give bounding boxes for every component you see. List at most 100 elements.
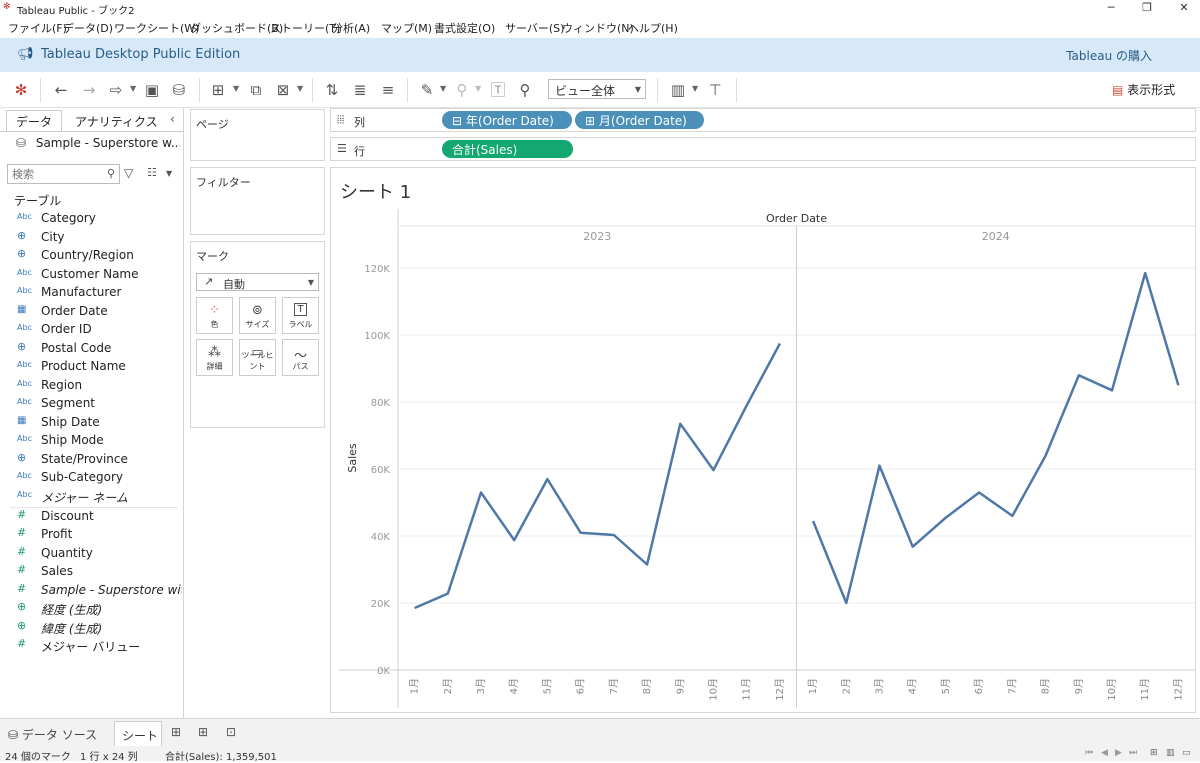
search-input[interactable] bbox=[8, 165, 98, 183]
swap-rows-columns-icon[interactable]: ⇅ bbox=[322, 80, 342, 100]
datasource-tab[interactable]: ⛁ データ ソース bbox=[8, 726, 97, 743]
close-button[interactable]: ✕ bbox=[1177, 1, 1191, 15]
field-item[interactable]: ⊕ Postal Code bbox=[0, 339, 182, 357]
mark-type-select[interactable]: ↗ 自動 ▼ bbox=[196, 273, 319, 291]
sheet-sorter-icon[interactable]: ⊞ bbox=[1150, 748, 1158, 758]
menu-file[interactable]: ファイル(F) bbox=[8, 20, 67, 36]
replay-dropdown-icon[interactable]: ▼ bbox=[130, 84, 136, 93]
pages-card[interactable]: ページ bbox=[190, 109, 325, 161]
data-point[interactable] bbox=[1077, 373, 1081, 377]
series-line-2024[interactable] bbox=[811, 271, 1180, 605]
highlight-icon[interactable]: ✎ bbox=[417, 80, 437, 100]
sort-ascending-icon[interactable]: ≣ bbox=[350, 80, 370, 100]
highlight-dropdown-icon[interactable]: ▼ bbox=[440, 84, 446, 93]
data-point[interactable] bbox=[745, 403, 749, 407]
data-point[interactable] bbox=[512, 538, 516, 542]
filmstrip-icon[interactable]: ▥ bbox=[1166, 748, 1175, 758]
data-point[interactable] bbox=[811, 519, 815, 523]
data-point[interactable] bbox=[878, 464, 882, 468]
data-point[interactable] bbox=[645, 563, 649, 567]
new-story-tab-icon[interactable]: ⊡ bbox=[226, 725, 236, 739]
tabs-icon[interactable]: ▭ bbox=[1182, 748, 1191, 758]
field-item[interactable]: Abc Region bbox=[0, 376, 182, 394]
filters-card[interactable]: フィルター bbox=[190, 167, 325, 235]
series-line-2023[interactable] bbox=[414, 342, 782, 610]
new-dashboard-tab-icon[interactable]: ⊞ bbox=[198, 725, 208, 739]
size-button[interactable]: ⊚ サイズ bbox=[239, 297, 276, 334]
new-worksheet-dropdown-icon[interactable]: ▼ bbox=[233, 84, 239, 93]
filter-icon[interactable]: ▽ bbox=[124, 166, 133, 180]
data-point[interactable] bbox=[612, 533, 616, 537]
sort-descending-icon[interactable]: ≡ bbox=[378, 80, 398, 100]
field-item[interactable]: # Discount bbox=[0, 507, 182, 525]
data-point[interactable] bbox=[479, 490, 483, 494]
tab-analytics[interactable]: アナリティクス bbox=[75, 110, 158, 132]
data-point[interactable] bbox=[446, 592, 450, 596]
menu-worksheet[interactable]: ワークシート(W) bbox=[114, 20, 199, 36]
data-point[interactable] bbox=[1143, 271, 1147, 275]
field-item[interactable]: Abc Customer Name bbox=[0, 265, 182, 283]
undo-icon[interactable]: ← bbox=[51, 80, 71, 100]
prev-sheet-icon[interactable]: ◀ bbox=[1101, 748, 1108, 758]
show-me-button[interactable]: ▤ 表示形式 bbox=[1112, 81, 1175, 98]
detail-button[interactable]: ⁂ 詳細 bbox=[196, 339, 233, 376]
field-item[interactable]: ⊕ 経度 (生成) bbox=[0, 599, 182, 617]
menu-window[interactable]: ウィンドウ(N) bbox=[562, 20, 634, 36]
presentation-icon[interactable]: ⊤ bbox=[705, 80, 725, 100]
field-item[interactable]: Abc Product Name bbox=[0, 357, 182, 375]
data-point[interactable] bbox=[1110, 388, 1114, 392]
data-point[interactable] bbox=[678, 422, 682, 426]
field-item[interactable]: Abc Category bbox=[0, 209, 182, 227]
minimize-button[interactable]: ─ bbox=[1104, 1, 1118, 15]
clear-sheet-icon[interactable]: ⊠ bbox=[273, 80, 293, 100]
path-button[interactable]: 〜 パス bbox=[282, 339, 319, 376]
group-dropdown-icon[interactable]: ▼ bbox=[475, 84, 481, 93]
field-item[interactable]: ⊕ State/Province bbox=[0, 450, 182, 468]
first-sheet-icon[interactable]: ⏮ bbox=[1085, 748, 1093, 758]
data-point[interactable] bbox=[413, 606, 417, 610]
data-point[interactable] bbox=[778, 341, 782, 345]
menu-help[interactable]: ヘルプ(H) bbox=[628, 20, 678, 36]
pin-icon[interactable]: ⚲ bbox=[515, 80, 535, 100]
replay-icon[interactable]: ⇨ bbox=[106, 80, 126, 100]
data-point[interactable] bbox=[711, 468, 715, 472]
sum-sales-pill[interactable]: 合計(Sales) bbox=[442, 140, 573, 158]
clear-dropdown-icon[interactable]: ▼ bbox=[297, 84, 303, 93]
data-point[interactable] bbox=[1044, 454, 1048, 458]
field-item[interactable]: Abc Sub-Category bbox=[0, 468, 182, 486]
list-view-dropdown-icon[interactable]: ▼ bbox=[166, 169, 172, 178]
label-button[interactable]: T ラベル bbox=[282, 297, 319, 334]
field-item[interactable]: ⊕ 緯度 (生成) bbox=[0, 618, 182, 636]
redo-icon[interactable]: → bbox=[79, 80, 99, 100]
data-point[interactable] bbox=[911, 545, 915, 549]
list-view-icon[interactable]: ☷ bbox=[147, 166, 157, 179]
field-item[interactable]: Abc Manufacturer bbox=[0, 283, 182, 301]
menu-format[interactable]: 書式設定(O) bbox=[434, 20, 495, 36]
field-item[interactable]: # Profit bbox=[0, 525, 182, 543]
collapse-pane-icon[interactable]: ‹ bbox=[170, 112, 175, 126]
search-box[interactable]: ⚲ bbox=[7, 164, 120, 184]
field-item[interactable]: ⊕ City bbox=[0, 228, 182, 246]
year-order-date-pill[interactable]: ⊟ 年(Order Date) bbox=[442, 111, 572, 129]
tab-data[interactable]: データ bbox=[16, 110, 52, 132]
tooltip-button[interactable]: ▭ ツールヒント bbox=[239, 339, 276, 376]
field-item[interactable]: ▦ Ship Date bbox=[0, 413, 182, 431]
field-item[interactable]: Abc Segment bbox=[0, 394, 182, 412]
field-item[interactable]: Abc Ship Mode bbox=[0, 431, 182, 449]
show-cards-icon[interactable]: ▥ bbox=[668, 80, 688, 100]
maximize-button[interactable]: ❐ bbox=[1140, 1, 1154, 15]
field-item[interactable]: # Sales bbox=[0, 562, 182, 580]
buy-tableau-link[interactable]: Tableau の購入 bbox=[1066, 47, 1152, 64]
next-sheet-icon[interactable]: ▶ bbox=[1115, 748, 1122, 758]
new-worksheet-tab-icon[interactable]: ⊞ bbox=[171, 725, 181, 739]
datasource-item[interactable]: ⛁ Sample - Superstore w... bbox=[16, 136, 180, 156]
new-worksheet-icon[interactable]: ⊞ bbox=[208, 80, 228, 100]
data-point[interactable] bbox=[1010, 514, 1014, 518]
field-item[interactable]: Abc Order ID bbox=[0, 320, 182, 338]
duplicate-icon[interactable]: ⧉ bbox=[246, 80, 266, 100]
data-point[interactable] bbox=[545, 477, 549, 481]
field-item[interactable]: # Sample - Superstore wit... bbox=[0, 581, 182, 599]
menu-analysis[interactable]: 分析(A) bbox=[332, 20, 370, 36]
data-point[interactable] bbox=[944, 516, 948, 520]
group-icon[interactable]: ⚲ bbox=[452, 80, 472, 100]
